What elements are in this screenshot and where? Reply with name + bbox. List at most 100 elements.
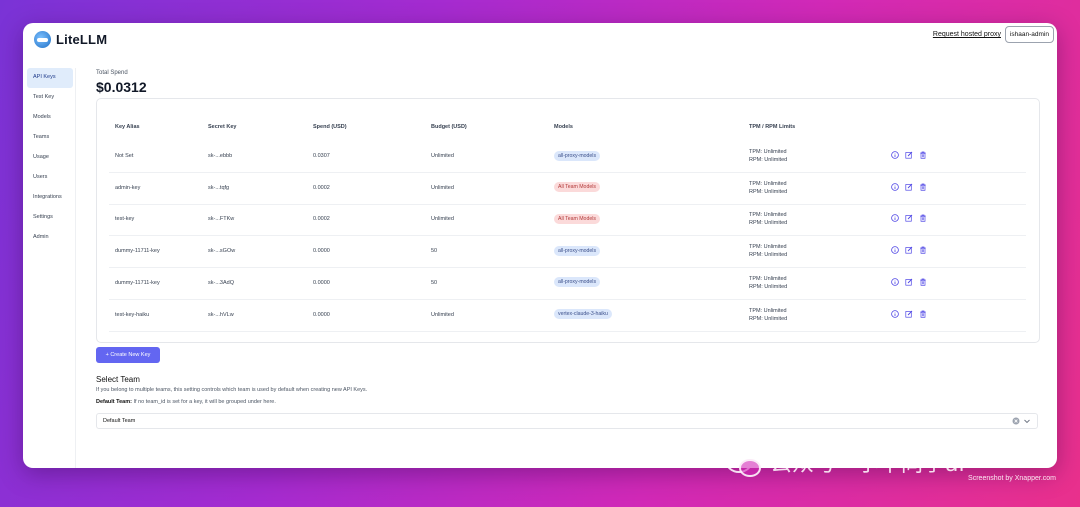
- trash-icon[interactable]: [919, 151, 927, 159]
- watermark: 公众号 · 小华同学ai: [726, 446, 965, 478]
- info-icon[interactable]: [891, 309, 899, 318]
- edit-icon[interactable]: [905, 214, 913, 222]
- create-new-key-button[interactable]: + Create New Key: [96, 347, 160, 363]
- table-header: Key Alias Secret Key Spend (USD) Budget …: [97, 124, 1039, 136]
- user-menu-button[interactable]: ishaan-admin: [1004, 26, 1054, 43]
- sidebar-item-api-keys[interactable]: API Keys: [27, 68, 73, 88]
- secret-key: sk-...hVLw: [208, 311, 234, 318]
- rpm-limit: RPM: Unlimited: [749, 283, 788, 290]
- edit-icon[interactable]: [905, 310, 913, 318]
- sidebar-item-test-key[interactable]: Test Key: [23, 88, 75, 108]
- request-hosted-proxy-link[interactable]: Request hosted proxy: [933, 31, 1001, 38]
- limits-cell: TPM: Unlimited RPM: Unlimited: [749, 243, 787, 259]
- rpm-limit: RPM: Unlimited: [749, 188, 788, 195]
- trash-icon[interactable]: [919, 278, 927, 286]
- budget-value: Unlimited: [431, 311, 454, 318]
- sidebar: API Keys Test Key Models Teams Usage Users Int…: [23, 68, 75, 248]
- info-icon[interactable]: [891, 246, 899, 254]
- total-spend-value: $0.0312: [96, 79, 147, 95]
- edit-icon[interactable]: [905, 246, 913, 254]
- sidebar-item-users[interactable]: Users: [23, 168, 75, 188]
- tpm-limit: TPM: Unlimited: [749, 275, 787, 282]
- rpm-limit: RPM: Unlimited: [749, 315, 788, 322]
- info-icon[interactable]: [891, 182, 899, 191]
- budget-value: 50: [431, 248, 438, 255]
- edit-icon[interactable]: [905, 183, 913, 191]
- model-badge: All Team Models: [554, 213, 600, 224]
- team-select-dropdown[interactable]: Default Team: [96, 413, 1038, 429]
- edit-icon[interactable]: [905, 278, 913, 286]
- sidebar-item-teams[interactable]: Teams: [23, 128, 75, 148]
- row-actions: [891, 309, 927, 318]
- secret-key: sk-...tqfg: [208, 184, 230, 191]
- col-budget: Budget (USD): [431, 124, 467, 130]
- clear-icon[interactable]: [1012, 417, 1020, 425]
- row-actions: [891, 214, 927, 223]
- row-actions: [891, 246, 927, 254]
- sidebar-item-usage[interactable]: Usage: [23, 148, 75, 168]
- spend-value: 0.0307: [313, 153, 330, 159]
- limits-cell: TPM: Unlimited RPM: Unlimited: [749, 148, 787, 164]
- spend-value: 0.0002: [313, 216, 330, 223]
- team-select-value: Default Team: [103, 418, 136, 424]
- secret-key: sk-...3AdQ: [208, 279, 234, 286]
- tpm-limit: TPM: Unlimited: [749, 244, 787, 251]
- budget-value: Unlimited: [431, 153, 454, 159]
- key-alias: dummy-11711-key: [115, 279, 160, 286]
- sidebar-item-models[interactable]: Models: [23, 108, 75, 128]
- table-row: dummy-11711-key sk-...3AdQ 0.0000 50 all-pro…: [109, 268, 1026, 300]
- limits-cell: TPM: Unlimited RPM: Unlimited: [749, 275, 787, 291]
- row-actions: [891, 277, 927, 286]
- spend-value: 0.0000: [313, 311, 330, 318]
- default-team-note-text: If no team_id is set for a key, it will …: [131, 399, 276, 405]
- table-row: dummy-11711-key sk-...sGOw 0.0000 50 all-pro…: [109, 236, 1026, 269]
- sidebar-item-admin[interactable]: Admin: [23, 228, 75, 248]
- trash-icon[interactable]: [919, 214, 927, 223]
- logo[interactable]: LiteLLM: [34, 31, 107, 48]
- col-key-alias: Key Alias: [115, 124, 140, 130]
- secret-key: sk-...sGOw: [208, 248, 236, 255]
- rpm-limit: RPM: Unlimited: [749, 252, 788, 259]
- models-cell: all-proxy-models: [554, 236, 601, 267]
- sidebar-divider: [75, 68, 76, 468]
- table-row: Not Set sk-...ebbb 0.0307 Unlimited all-prox…: [109, 141, 1026, 173]
- tpm-limit: TPM: Unlimited: [749, 307, 787, 314]
- app-window: LiteLLM Request hosted proxy ishaan-admi…: [23, 23, 1057, 468]
- sidebar-item-integrations[interactable]: Integrations: [23, 188, 75, 208]
- tpm-limit: TPM: Unlimited: [749, 149, 787, 155]
- logo-icon: [34, 31, 51, 48]
- col-spend: Spend (USD): [313, 124, 347, 130]
- trash-icon[interactable]: [919, 310, 927, 318]
- table-row: test-key sk-...FTKw 0.0002 Unlimited All Tea…: [109, 204, 1026, 237]
- info-icon[interactable]: [891, 277, 899, 286]
- models-cell: vertex-claude-3-haiku: [554, 300, 612, 331]
- spend-value: 0.0002: [313, 184, 330, 191]
- default-team-note: Default Team: If no team_id is set for a…: [96, 399, 276, 405]
- edit-icon[interactable]: [905, 151, 913, 159]
- default-team-label: Default Team:: [96, 399, 132, 405]
- rpm-limit: RPM: Unlimited: [749, 220, 788, 227]
- col-models: Models: [554, 124, 573, 130]
- info-icon[interactable]: [891, 214, 899, 223]
- spend-value: 0.0000: [313, 248, 330, 255]
- key-alias: Not Set: [115, 153, 134, 159]
- col-limits: TPM / RPM Limits: [749, 124, 796, 130]
- watermark-text: 公众号 · 小华同学ai: [770, 452, 965, 477]
- models-cell: All Team Models: [554, 204, 600, 235]
- trash-icon[interactable]: [919, 183, 927, 191]
- model-badge: all-proxy-models: [554, 150, 601, 161]
- row-actions: [891, 182, 927, 191]
- wechat-icon: [726, 450, 761, 477]
- info-icon[interactable]: [891, 151, 899, 159]
- tpm-limit: TPM: Unlimited: [749, 180, 787, 187]
- total-spend-label: Total Spend: [96, 70, 128, 76]
- sidebar-item-settings[interactable]: Settings: [23, 208, 75, 228]
- model-badge: All Team Models: [554, 182, 600, 193]
- select-team-title: Select Team: [96, 375, 140, 384]
- key-alias: test-key: [115, 216, 135, 223]
- chevron-down-icon[interactable]: [1023, 417, 1031, 425]
- trash-icon[interactable]: [919, 246, 927, 254]
- limits-cell: TPM: Unlimited RPM: Unlimited: [749, 211, 787, 227]
- key-alias: test-key-haiku: [115, 311, 150, 318]
- keys-table-card: Key Alias Secret Key Spend (USD) Budget …: [96, 98, 1040, 343]
